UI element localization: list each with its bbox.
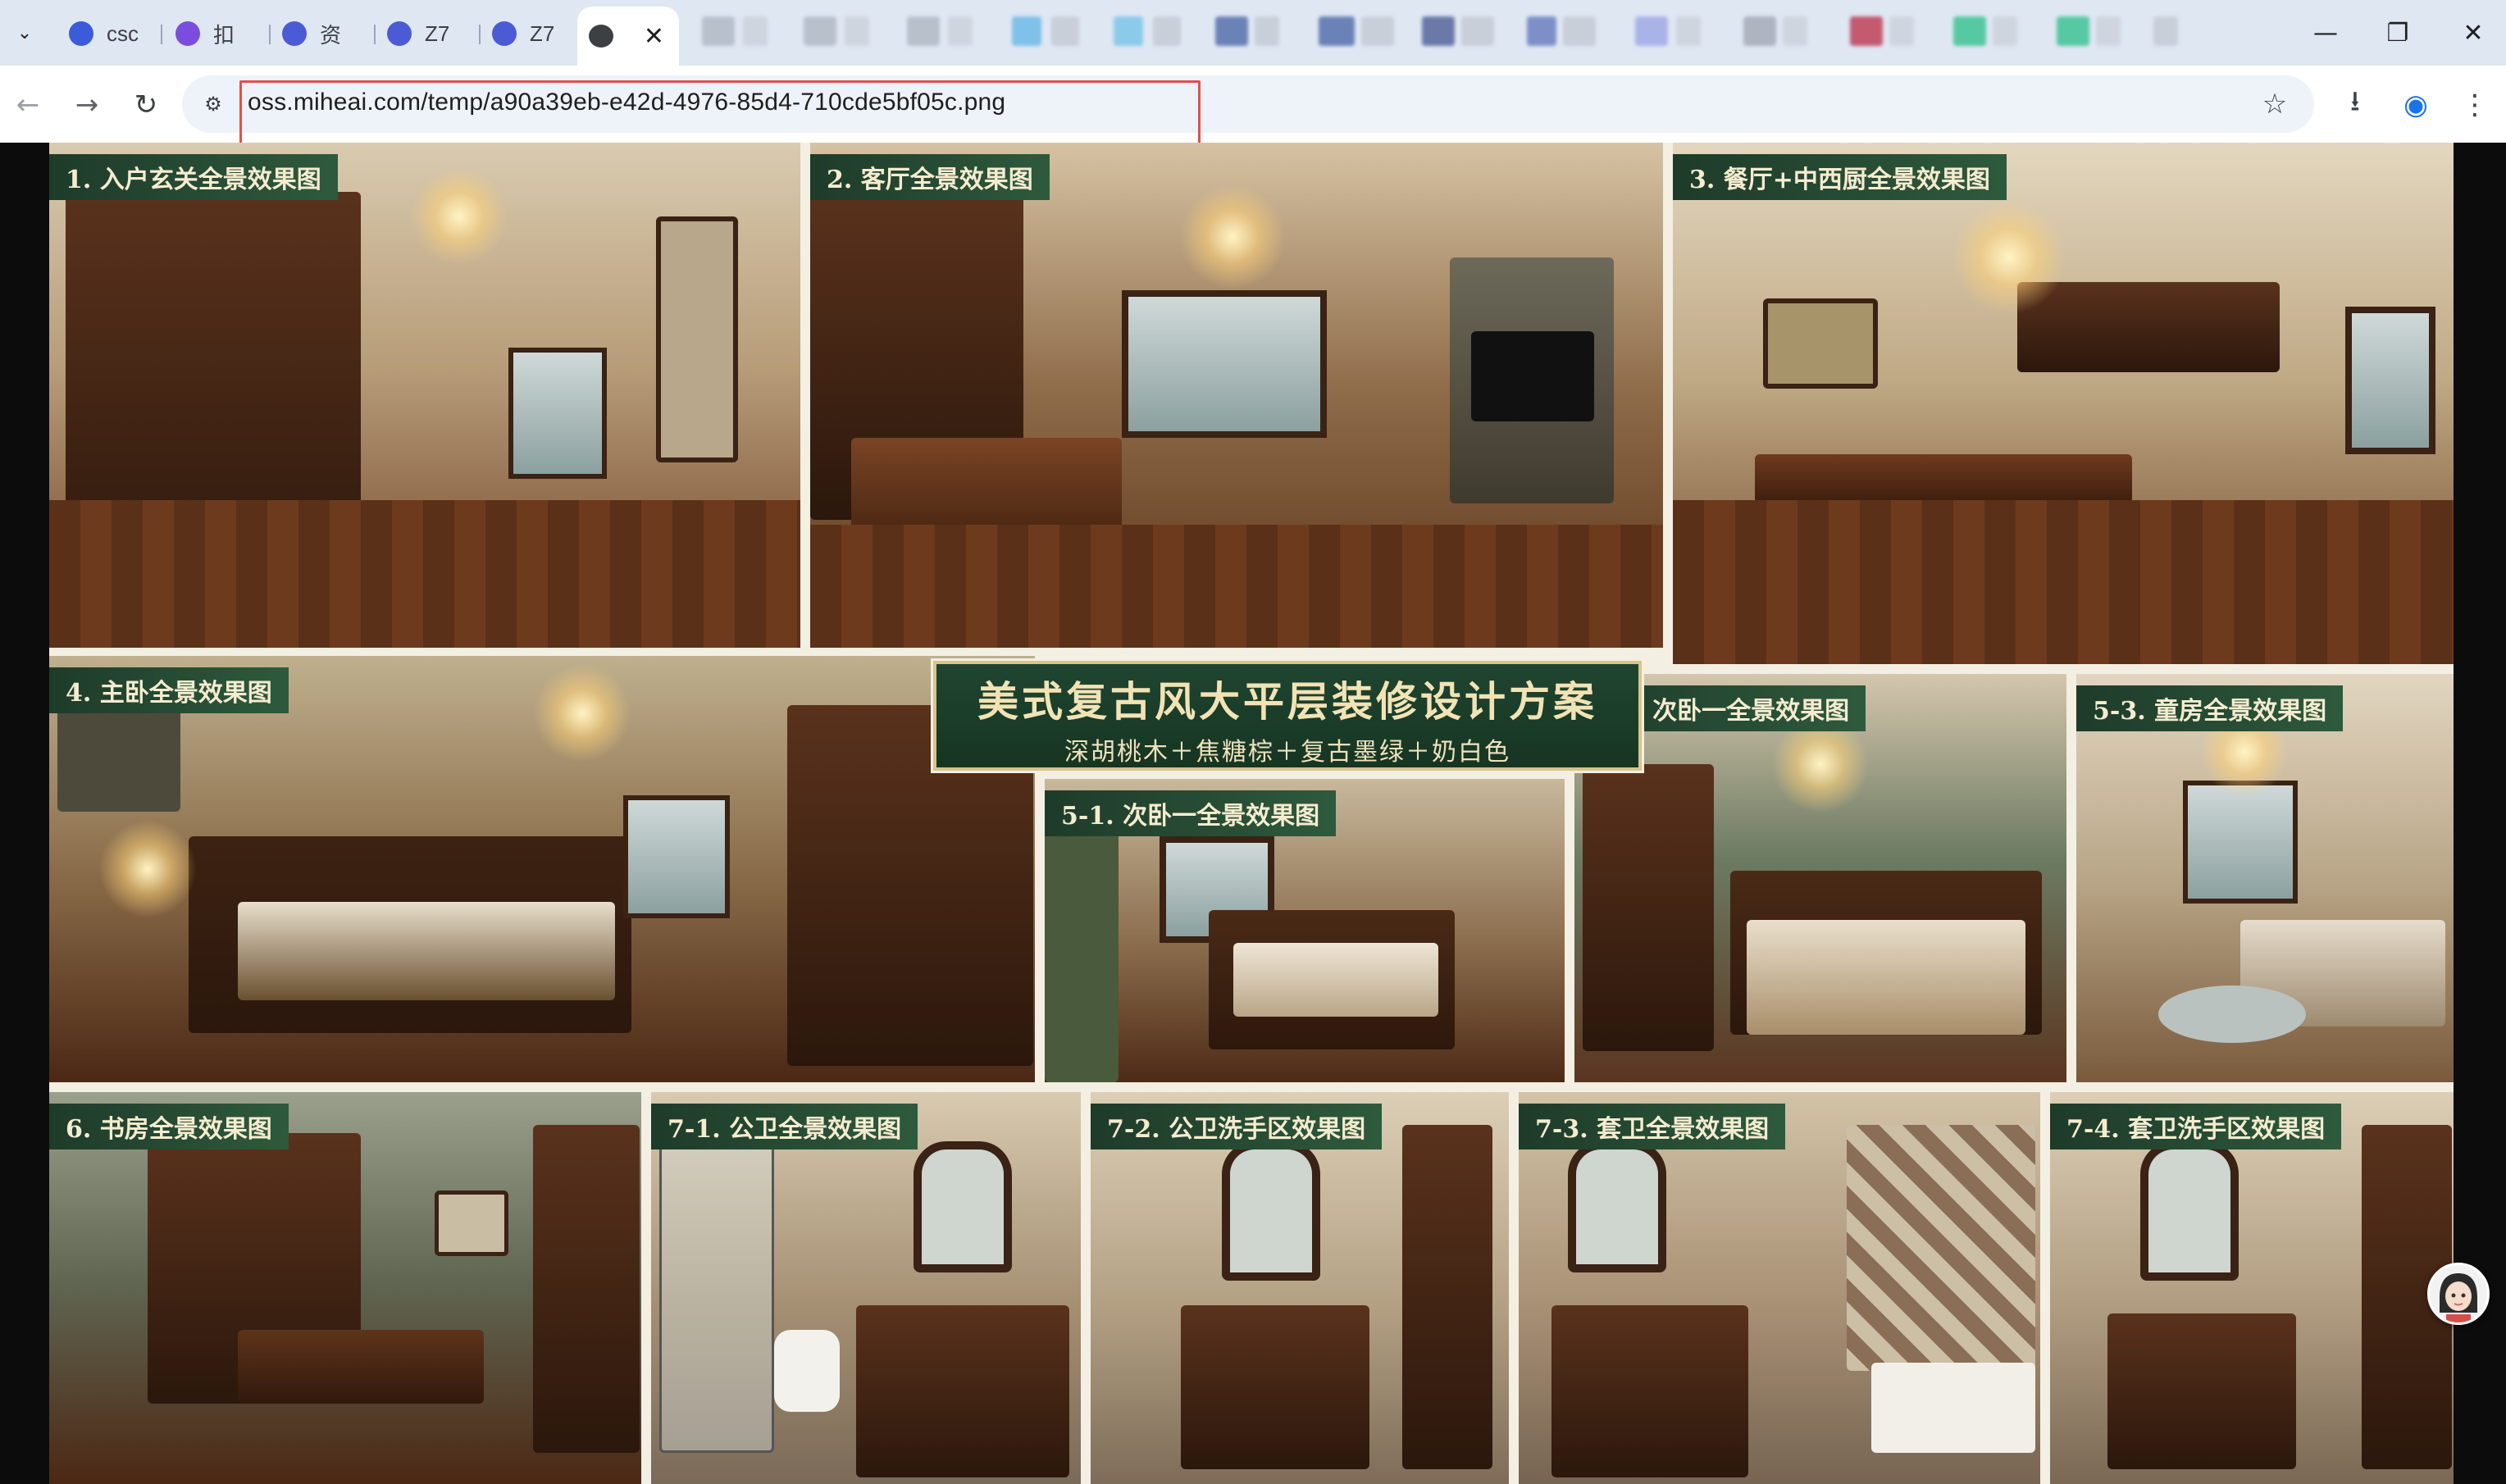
tab-label: 扣 <box>213 22 235 48</box>
panel-scene <box>49 1092 641 1484</box>
menu-button[interactable]: ⋮ <box>2450 80 2499 130</box>
panel-label: 4. 主卧全景效果图 <box>49 667 289 713</box>
tab-separator <box>161 25 162 44</box>
panel-ensuite-vanity: 7-4. 套卫洗手区效果图 <box>2050 1092 2454 1484</box>
back-button[interactable]: ← <box>3 80 52 130</box>
panel-label: 7-1. 公卫全景效果图 <box>651 1104 918 1149</box>
tab-label: 资 <box>320 22 342 48</box>
profile-icon: ◉ <box>2403 89 2428 121</box>
panel-living-room: 2. 客厅全景效果图 <box>810 143 1663 648</box>
poster-subtitle: 深胡桃木＋焦糖棕＋复古墨绿＋奶白色 <box>1064 738 1510 767</box>
panel-label: 3. 餐厅+中西厨全景效果图 <box>1673 154 2007 200</box>
forward-button[interactable]: → <box>62 80 112 130</box>
browser-toolbar: ← → ↻ ⚙ oss.miheai.com/temp/a90a39eb-e42… <box>0 66 2506 149</box>
downloads-button[interactable]: ⭳ <box>2331 80 2380 130</box>
tab-label: Z7 <box>425 20 450 46</box>
arrow-right-icon: → <box>75 89 99 121</box>
close-icon: ✕ <box>2463 18 2484 48</box>
url-text[interactable]: oss.miheai.com/temp/a90a39eb-e42d-4976-8… <box>248 89 1005 116</box>
tab-csc[interactable]: csc <box>57 11 148 56</box>
panel-scene <box>1673 143 2454 664</box>
close-window-button[interactable]: ✕ <box>2440 11 2506 54</box>
panel-ensuite-bath: 7-3. 套卫全景效果图 <box>1519 1092 2040 1484</box>
panel-kids-room: 5-3. 童房全景效果图 <box>2076 674 2454 1082</box>
more-vert-icon: ⋮ <box>2461 89 2489 121</box>
arrow-left-icon: ← <box>16 89 40 121</box>
panel-label: 7-2. 公卫洗手区效果图 <box>1091 1104 1383 1149</box>
discord-icon <box>282 21 307 46</box>
tab-active[interactable]: ✕ <box>577 7 679 66</box>
panel-label: 7-4. 套卫洗手区效果图 <box>2050 1104 2342 1149</box>
minimize-button[interactable]: — <box>2293 11 2358 54</box>
panel-scene <box>49 656 1035 1082</box>
panel-dining-kitchen: 3. 餐厅+中西厨全景效果图 <box>1673 143 2454 664</box>
panel-public-vanity: 7-2. 公卫洗手区效果图 <box>1091 1092 1509 1484</box>
tune-icon: ⚙ <box>204 93 222 116</box>
panel-scene <box>810 143 1663 648</box>
tab-label: Z7 <box>530 20 555 46</box>
panel-label: 1. 入户玄关全景效果图 <box>49 154 338 200</box>
reload-icon: ↻ <box>134 89 158 121</box>
app-icon <box>175 21 200 46</box>
tab-search-button[interactable]: ⌄ <box>7 16 43 49</box>
avatar-icon <box>2430 1265 2487 1322</box>
maximize-button[interactable]: ❐ <box>2365 11 2431 54</box>
panel-second-bedroom-a: 5-1. 次卧一全景效果图 <box>1045 779 1565 1082</box>
globe-icon <box>589 25 613 48</box>
panel-scene <box>1574 674 2066 1082</box>
tab-kou[interactable]: 扣 <box>164 11 262 56</box>
star-icon: ☆ <box>2262 88 2288 121</box>
chevron-down-icon: ⌄ <box>16 22 33 43</box>
panel-label: 5-1. 次卧一全景效果图 <box>1045 790 1337 836</box>
restore-icon: ❐ <box>2386 18 2409 48</box>
panel-label: 5-3. 童房全景效果图 <box>2076 685 2344 731</box>
panel-scene <box>651 1092 1081 1484</box>
bookmark-button[interactable]: ☆ <box>2250 80 2299 129</box>
panel-scene <box>49 143 800 648</box>
panel-public-bath: 7-1. 公卫全景效果图 <box>651 1092 1081 1484</box>
panel-label: 6. 书房全景效果图 <box>49 1104 289 1149</box>
tab-z7-a[interactable]: Z7 <box>376 11 474 56</box>
panel-master-bedroom: 4. 主卧全景效果图 <box>49 656 1035 1082</box>
reload-button[interactable]: ↻ <box>121 80 171 130</box>
poster-title-banner: 美式复古风大平层装修设计方案 深胡桃木＋焦糖棕＋复古墨绿＋奶白色 <box>931 658 1644 773</box>
paw-icon <box>69 21 93 46</box>
tab-strip: ⌄ csc 扣 资 Z7 Z7 ✕ — ❐ ✕ <box>0 0 2506 66</box>
tab-z7-b[interactable]: Z7 <box>481 11 579 56</box>
panel-label: 2. 客厅全景效果图 <box>810 154 1050 200</box>
assistant-avatar-button[interactable] <box>2427 1263 2490 1325</box>
image-viewer: 1. 入户玄关全景效果图 2. 客厅全景效果图 3. 餐厅+中西厨全景效果图 4… <box>0 143 2506 1484</box>
tab-label: csc <box>107 20 139 46</box>
tab-zi[interactable]: 资 <box>271 11 369 56</box>
panel-study: 6. 书房全景效果图 <box>49 1092 641 1484</box>
profile-button[interactable]: ◉ <box>2391 80 2440 130</box>
discord-icon <box>492 21 517 46</box>
panel-scene <box>2050 1092 2454 1484</box>
panel-entrance: 1. 入户玄关全景效果图 <box>49 143 800 648</box>
design-poster-image: 1. 入户玄关全景效果图 2. 客厅全景效果图 3. 餐厅+中西厨全景效果图 4… <box>49 143 2454 1484</box>
close-tab-icon[interactable]: ✕ <box>644 22 664 51</box>
site-info-button[interactable]: ⚙ <box>197 88 230 121</box>
panel-scene <box>1519 1092 2040 1484</box>
download-icon: ⭳ <box>2350 84 2360 118</box>
panel-scene <box>2076 674 2454 1082</box>
panel-scene <box>1091 1092 1509 1484</box>
panel-second-bedroom-b: 5-1. 次卧一全景效果图 <box>1574 674 2066 1082</box>
panel-label: 7-3. 套卫全景效果图 <box>1519 1104 1786 1149</box>
address-bar[interactable]: ⚙ oss.miheai.com/temp/a90a39eb-e42d-4976… <box>182 75 2314 149</box>
poster-title: 美式复古风大平层装修设计方案 <box>977 677 1597 726</box>
minimize-icon: — <box>2313 18 2338 48</box>
discord-icon <box>387 21 412 46</box>
